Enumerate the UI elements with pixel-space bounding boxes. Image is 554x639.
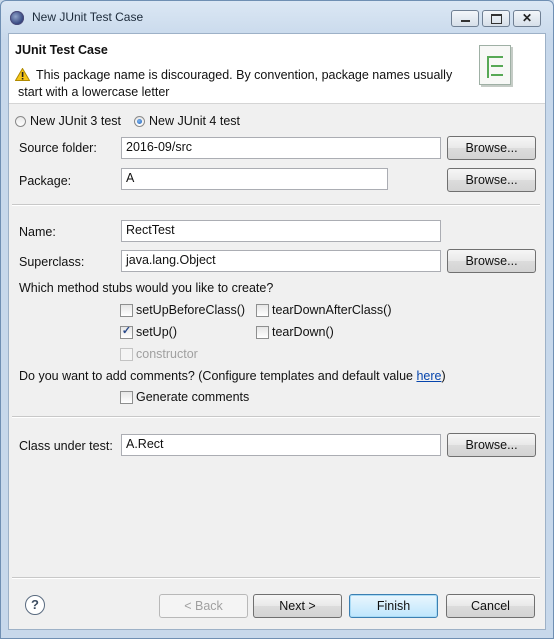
class-under-test-browse-button[interactable]: Browse... <box>447 433 536 457</box>
separator <box>12 204 540 206</box>
teardownafterclass-label[interactable]: tearDownAfterClass() <box>272 303 391 317</box>
maximize-icon <box>491 14 502 24</box>
check-icon: ✓ <box>121 325 132 337</box>
junit3-radio[interactable] <box>15 116 26 127</box>
warning-message-continued: start with a lowercase letter <box>18 85 170 99</box>
source-folder-browse-button[interactable]: Browse... <box>447 136 536 160</box>
warning-message: This package name is discouraged. By con… <box>36 68 453 82</box>
dialog-content: JUnit Test Case This package name is dis… <box>8 33 546 630</box>
dialog-window: New JUnit Test Case ✕ JUnit Test Case Th… <box>0 0 554 639</box>
method-stubs-question: Which method stubs would you like to cre… <box>19 281 274 295</box>
class-under-test-label: Class under test: <box>19 439 113 453</box>
configure-templates-link[interactable]: here <box>416 369 441 383</box>
superclass-label: Superclass: <box>19 255 85 269</box>
window-title: New JUnit Test Case <box>32 10 144 24</box>
class-under-test-field[interactable]: A.Rect <box>121 434 441 456</box>
package-browse-button[interactable]: Browse... <box>447 168 536 192</box>
comments-question: Do you want to add comments? (Configure … <box>19 369 446 383</box>
separator <box>12 577 540 579</box>
next-button[interactable]: Next > <box>253 594 342 618</box>
junit3-label[interactable]: New JUnit 3 test <box>30 114 121 128</box>
name-label: Name: <box>19 225 56 239</box>
generate-comments-checkbox[interactable] <box>120 391 133 404</box>
setup-label[interactable]: setUp() <box>136 325 177 339</box>
superclass-field[interactable]: java.lang.Object <box>121 250 441 272</box>
finish-button[interactable]: Finish <box>349 594 438 618</box>
setup-checkbox[interactable]: ✓ <box>120 325 133 339</box>
help-icon[interactable]: ? <box>25 595 45 615</box>
page-title: JUnit Test Case <box>15 43 108 57</box>
teardownafterclass-checkbox[interactable] <box>256 304 269 317</box>
setupbeforeclass-checkbox[interactable] <box>120 304 133 317</box>
constructor-label: constructor <box>136 347 198 361</box>
warning-icon <box>15 68 30 81</box>
separator <box>12 416 540 418</box>
back-button[interactable]: < Back <box>159 594 248 618</box>
teardown-checkbox[interactable] <box>256 326 269 339</box>
title-bar: New JUnit Test Case ✕ <box>1 1 553 33</box>
close-icon: ✕ <box>521 11 533 25</box>
wizard-header: JUnit Test Case This package name is dis… <box>9 34 545 104</box>
cancel-button[interactable]: Cancel <box>446 594 535 618</box>
comments-question-text: Do you want to add comments? (Configure … <box>19 369 417 383</box>
source-folder-label: Source folder: <box>19 141 97 155</box>
minimize-button[interactable] <box>451 10 479 27</box>
package-label: Package: <box>19 174 72 188</box>
generate-comments-label[interactable]: Generate comments <box>136 390 249 404</box>
maximize-button[interactable] <box>482 10 510 27</box>
eclipse-icon <box>10 11 24 25</box>
superclass-browse-button[interactable]: Browse... <box>447 249 536 273</box>
junit4-label[interactable]: New JUnit 4 test <box>149 114 240 128</box>
comments-question-end: ) <box>441 369 446 383</box>
minimize-icon <box>461 20 470 22</box>
name-field[interactable]: RectTest <box>121 220 441 242</box>
junit-wizard-icon <box>479 45 511 85</box>
teardown-label[interactable]: tearDown() <box>272 325 334 339</box>
package-field[interactable]: A <box>121 168 388 190</box>
constructor-checkbox <box>120 348 133 361</box>
junit4-radio[interactable] <box>134 116 145 127</box>
setupbeforeclass-label[interactable]: setUpBeforeClass() <box>136 303 245 317</box>
source-folder-field[interactable]: 2016-09/src <box>121 137 441 159</box>
close-button[interactable]: ✕ <box>513 10 541 27</box>
